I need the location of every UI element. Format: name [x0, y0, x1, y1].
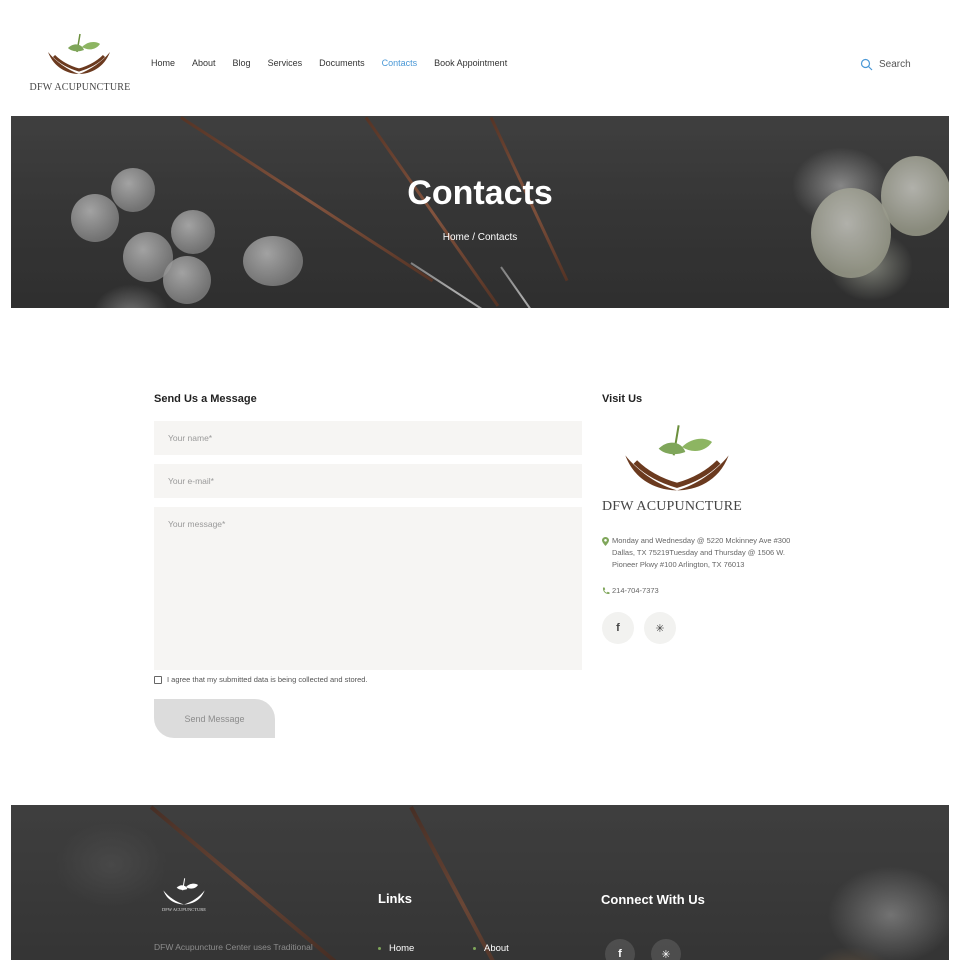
footer-connect-title: Connect With Us — [601, 892, 705, 907]
facebook-icon: f — [616, 622, 620, 634]
footer-description: DFW Acupuncture Center uses Traditional — [154, 942, 313, 952]
yelp-button[interactable]: ✳ — [644, 612, 676, 644]
form-title: Send Us a Message — [154, 393, 257, 405]
message-field[interactable]: Your message* — [154, 507, 582, 670]
nav-item-about[interactable]: About — [192, 58, 216, 68]
nav-item-book-appointment[interactable]: Book Appointment — [434, 58, 507, 68]
phone-block[interactable]: 214-704-7373 — [602, 586, 659, 595]
footer-link-home[interactable]: Home — [378, 943, 414, 954]
nav-item-documents[interactable]: Documents — [319, 58, 365, 68]
footer-link-label: Home — [389, 943, 415, 954]
address-text: Monday and Wednesday @ 5220 Mckinney Ave… — [612, 536, 791, 569]
page-hero: Contacts Home / Contacts — [11, 116, 949, 308]
agree-label: I agree that my submitted data is being … — [167, 675, 368, 684]
yelp-icon: ✳ — [655, 622, 665, 635]
footer-link-about[interactable]: About — [473, 943, 509, 954]
site-logo[interactable]: DFW ACUPUNCTURE — [28, 30, 132, 96]
logo-hands-leaf-icon — [625, 425, 729, 491]
site-header: DFW ACUPUNCTURE Home About Blog Services… — [0, 0, 960, 116]
nav-item-services[interactable]: Services — [268, 58, 303, 68]
footer-logo[interactable]: DFW ACUPUNCTURE — [154, 877, 214, 917]
logo-hands-leaf-icon — [48, 33, 110, 74]
email-field[interactable]: Your e-mail* — [154, 464, 582, 498]
nav-item-blog[interactable]: Blog — [233, 58, 251, 68]
bullet-icon — [473, 947, 476, 950]
main-nav: Home About Blog Services Documents Conta… — [151, 58, 524, 68]
nav-item-home[interactable]: Home — [151, 58, 175, 68]
address-block: Monday and Wednesday @ 5220 Mckinney Ave… — [602, 535, 798, 571]
agree-checkbox[interactable] — [154, 675, 162, 684]
visit-logo: DFW ACUPUNCTURE — [602, 422, 762, 517]
bullet-icon — [378, 947, 381, 950]
search-icon — [860, 58, 873, 71]
nav-item-contacts[interactable]: Contacts — [382, 58, 418, 68]
phone-icon — [602, 587, 610, 595]
facebook-icon: f — [618, 948, 622, 960]
send-message-button[interactable]: Send Message — [154, 699, 275, 738]
footer-overlay — [11, 805, 949, 960]
logo-text: DFW ACUPUNCTURE — [29, 82, 131, 93]
agree-row: I agree that my submitted data is being … — [154, 675, 368, 684]
footer-links-title: Links — [378, 891, 412, 906]
search-button[interactable]: Search — [860, 58, 911, 71]
footer-logo-text: DFW ACUPUNCTURE — [161, 907, 207, 912]
visit-logo-text: DFW ACUPUNCTURE — [602, 499, 743, 514]
search-label: Search — [879, 59, 911, 70]
breadcrumb: Home / Contacts — [442, 232, 518, 243]
footer-link-label: About — [484, 943, 509, 954]
site-footer: DFW ACUPUNCTURE DFW Acupuncture Center u… — [11, 805, 949, 960]
name-field[interactable]: Your name* — [154, 421, 582, 455]
phone-text: 214-704-7373 — [612, 586, 659, 595]
page-title: Contacts — [407, 174, 553, 212]
yelp-icon: ✳ — [661, 948, 671, 960]
visit-title: Visit Us — [602, 393, 643, 405]
facebook-button[interactable]: f — [602, 612, 634, 644]
location-pin-icon — [602, 537, 609, 546]
logo-hands-leaf-icon — [163, 878, 205, 905]
